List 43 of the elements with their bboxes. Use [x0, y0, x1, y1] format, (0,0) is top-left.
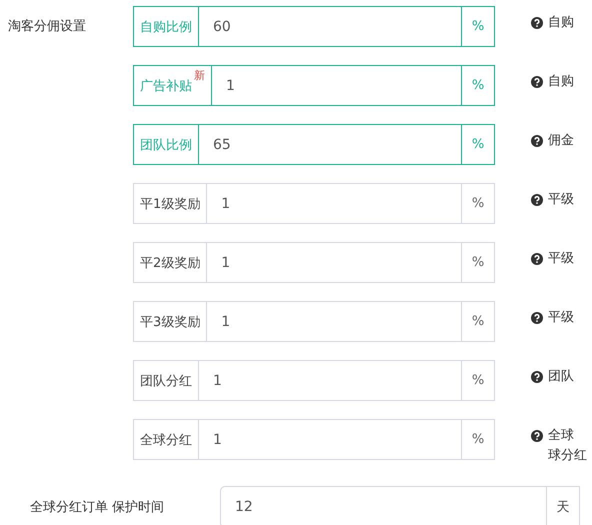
input-field[interactable]: 1	[207, 183, 462, 224]
help-text: 团队	[548, 368, 574, 386]
help-icon	[531, 430, 543, 442]
unit-label: %	[462, 242, 495, 283]
help-text: 佣金	[548, 132, 574, 150]
help-text: 自购	[548, 14, 574, 32]
field-label: 全球分红	[133, 419, 199, 460]
help-icon	[531, 17, 543, 29]
unit-label: %	[462, 301, 495, 342]
field-label: 平1级奖励	[133, 183, 208, 224]
field-label: 平2级奖励	[133, 242, 208, 283]
input-field[interactable]: 1	[199, 419, 462, 460]
field-label: 全球分红订单 保护时间	[29, 499, 166, 516]
section-label: 淘客分佣设置	[8, 19, 86, 34]
input-field[interactable]: 1	[207, 301, 462, 342]
unit-label: %	[462, 183, 495, 224]
field-label: 团队分红	[133, 360, 199, 401]
input-field[interactable]: 60	[199, 6, 462, 47]
help-icon	[531, 371, 543, 383]
help-text: 自购	[548, 73, 574, 91]
unit-label: %	[462, 124, 495, 165]
unit-label: %	[462, 65, 495, 106]
unit-label: 天	[547, 486, 580, 525]
input-field[interactable]: 12	[220, 486, 547, 525]
input-field[interactable]: 65	[199, 124, 462, 165]
help-text: 全球 球分红	[548, 427, 587, 465]
help-icon	[531, 76, 543, 88]
input-field[interactable]: 1	[207, 242, 462, 283]
unit-label: %	[462, 419, 495, 460]
help-icon	[531, 253, 543, 265]
help-text: 平级	[548, 250, 574, 268]
help-text: 平级	[548, 309, 574, 327]
input-field[interactable]: 1	[212, 65, 462, 106]
unit-label: %	[462, 360, 495, 401]
input-field[interactable]: 1	[199, 360, 462, 401]
help-icon	[531, 135, 543, 147]
field-label: 自购比例	[133, 6, 199, 47]
field-label: 团队比例	[133, 124, 199, 165]
unit-label: %	[462, 6, 495, 47]
help-icon	[531, 312, 543, 324]
help-text: 平级	[548, 191, 574, 209]
field-label: 平3级奖励	[133, 301, 208, 342]
help-icon	[531, 194, 543, 206]
